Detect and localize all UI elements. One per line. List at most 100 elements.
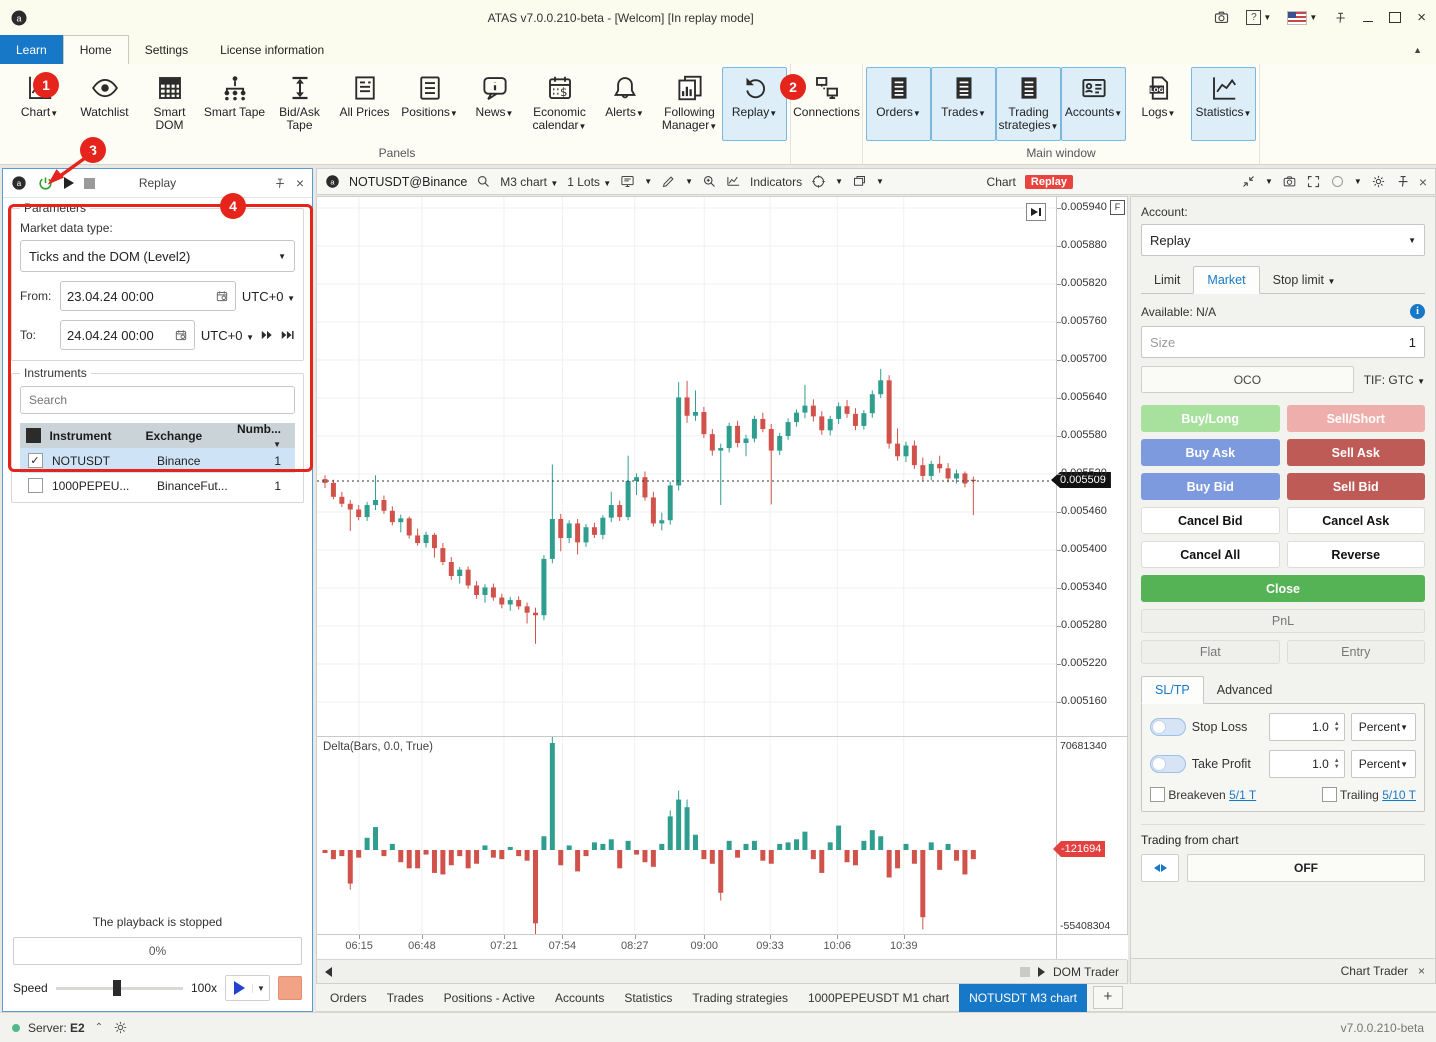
info-icon[interactable]: i [1410, 304, 1425, 319]
replay-ribbon-button[interactable]: Replay▼ [722, 67, 787, 141]
sell-short-button[interactable]: Sell/Short [1287, 405, 1426, 432]
tab-stop-limit[interactable]: Stop limit ▼ [1260, 267, 1349, 293]
tif-value[interactable]: GTC [1388, 373, 1413, 387]
close-chart-trader-icon[interactable]: × [1418, 964, 1425, 978]
scroll-left-icon[interactable] [325, 967, 332, 977]
workspace-tab-accounts[interactable]: Accounts [545, 984, 614, 1012]
tab-market[interactable]: Market [1193, 266, 1259, 294]
close-chart-icon[interactable]: × [1419, 174, 1427, 190]
skip-to-end-icon[interactable] [280, 329, 295, 341]
dom-trader-grip-icon[interactable] [1020, 967, 1030, 977]
pin-chart-icon[interactable] [1395, 174, 1410, 189]
stop-loss-toggle[interactable] [1150, 718, 1186, 736]
drawing-tools-button[interactable] [661, 174, 676, 189]
speed-slider[interactable] [56, 987, 183, 990]
instruments-table-header[interactable]: Instrument Exchange Numb... ▼ [20, 423, 295, 448]
account-select[interactable]: Replay▼ [1141, 224, 1425, 256]
take-profit-value-input[interactable]: 1.0▲▼ [1269, 750, 1345, 778]
theme-circle-icon[interactable] [1330, 174, 1345, 189]
minimize-button[interactable] [1363, 13, 1373, 22]
price-axis[interactable]: F 0.005509 0.0059400.0058800.0058200.005… [1056, 197, 1128, 736]
trading-mode-arrows-button[interactable] [1141, 854, 1179, 882]
stop-playback-button[interactable] [278, 976, 302, 1000]
restore-window-icon[interactable] [1241, 174, 1256, 189]
instrument-row[interactable]: 1000PEPEU...BinanceFut...1 [20, 473, 295, 498]
tab-learn[interactable]: Learn [0, 35, 63, 64]
play-button-combo[interactable]: ▼ [225, 975, 270, 1001]
bid-ask-tape-ribbon-button[interactable]: Bid/Ask Tape [267, 67, 332, 141]
crosshair-dropdown[interactable]: ▼ [835, 177, 843, 186]
ribbon-collapse-button[interactable]: ▲ [1413, 45, 1422, 55]
cancel-all-button[interactable]: Cancel All [1141, 541, 1280, 568]
close-position-button[interactable]: Close [1141, 575, 1425, 602]
instrument-search-input[interactable] [20, 386, 295, 414]
news-ribbon-button[interactable]: News▼ [462, 67, 527, 141]
expand-dom-trader-icon[interactable] [1038, 967, 1045, 977]
workspace-tab-trading-strategies[interactable]: Trading strategies [682, 984, 798, 1012]
alerts-ribbon-button[interactable]: Alerts▼ [592, 67, 657, 141]
tab-home[interactable]: Home [63, 35, 129, 64]
theme-dropdown[interactable]: ▼ [1354, 177, 1362, 186]
language-selector[interactable]: ▼ [1287, 11, 1317, 25]
server-settings-gear-icon[interactable] [113, 1020, 128, 1035]
go-to-latest-button[interactable] [1026, 203, 1046, 221]
connections-ribbon-button[interactable]: Connections [794, 67, 859, 141]
buy-long-button[interactable]: Buy/Long [1141, 405, 1280, 432]
crosshair-mode-button[interactable] [811, 174, 826, 189]
instrument-checkbox[interactable]: ✓ [28, 453, 43, 468]
flat-button[interactable]: Flat [1141, 640, 1280, 664]
stop-loss-unit-select[interactable]: Percent▼ [1351, 713, 1416, 741]
buy-ask-button[interactable]: Buy Ask [1141, 439, 1280, 466]
workspace-tab-trades[interactable]: Trades [377, 984, 434, 1012]
positions-ribbon-button[interactable]: Positions▼ [397, 67, 462, 141]
pnl-button[interactable]: PnL [1141, 609, 1425, 633]
to-timezone-select[interactable]: UTC+0 ▼ [201, 328, 254, 343]
entry-button[interactable]: Entry [1287, 640, 1426, 664]
orders-ribbon-button[interactable]: Orders▼ [866, 67, 931, 141]
economic-calendar-ribbon-button[interactable]: $Economic calendar▼ [527, 67, 592, 141]
chart-template-dropdown[interactable]: ▼ [644, 177, 652, 186]
trades-ribbon-button[interactable]: Trades▼ [931, 67, 996, 141]
zoom-in-icon[interactable] [702, 174, 717, 189]
delta-axis[interactable]: 70681340 -55408304 -121694 [1056, 736, 1128, 935]
breakeven-checkbox[interactable] [1150, 787, 1165, 802]
breakeven-settings-link[interactable]: 5/1 T [1229, 788, 1256, 802]
logs-ribbon-button[interactable]: LOGLogs▼ [1126, 67, 1191, 141]
pin-window-icon[interactable] [1333, 11, 1347, 25]
tab-advanced[interactable]: Advanced [1204, 677, 1286, 703]
play-dropdown[interactable]: ▼ [252, 984, 269, 993]
fast-forward-icon[interactable] [260, 329, 274, 341]
take-profit-unit-select[interactable]: Percent▼ [1351, 750, 1416, 778]
window-layout-dropdown[interactable]: ▼ [876, 177, 884, 186]
workspace-tab-orders[interactable]: Orders [320, 984, 377, 1012]
restore-dropdown[interactable]: ▼ [1265, 177, 1273, 186]
statistics-ribbon-button[interactable]: Statistics▼ [1191, 67, 1256, 141]
from-timezone-select[interactable]: UTC+0 ▼ [242, 289, 295, 304]
screenshot-icon[interactable] [1213, 9, 1230, 26]
watchlist-ribbon-button[interactable]: Watchlist [72, 67, 137, 141]
tab-settings[interactable]: Settings [129, 35, 204, 64]
chart-area[interactable]: F 0.005509 0.0059400.0058800.0058200.005… [316, 196, 1128, 984]
speed-slider-thumb[interactable] [113, 980, 121, 996]
tab-sltp[interactable]: SL/TP [1141, 676, 1204, 704]
server-value[interactable]: E2 [70, 1021, 85, 1035]
delta-indicator-pane[interactable]: Delta(Bars, 0.0, True) [317, 736, 1056, 935]
market-data-type-select[interactable]: Ticks and the DOM (Level2)▼ [20, 240, 295, 272]
playback-progress-bar[interactable]: 0% [13, 937, 302, 965]
timeframe-select[interactable]: M3 chart ▼ [500, 175, 558, 189]
workspace-tab-notusdt-m3-chart[interactable]: NOTUSDT M3 chart [959, 984, 1087, 1012]
fullscreen-icon[interactable] [1306, 174, 1321, 189]
lots-select[interactable]: 1 Lots ▼ [567, 175, 611, 189]
help-menu-button[interactable]: ?▼ [1246, 10, 1271, 25]
trailing-settings-link[interactable]: 5/10 T [1382, 788, 1416, 802]
drawing-tools-dropdown[interactable]: ▼ [685, 177, 693, 186]
trading-strategies-ribbon-button[interactable]: Trading strategies▼ [996, 67, 1061, 141]
buy-bid-button[interactable]: Buy Bid [1141, 473, 1280, 500]
trading-from-chart-off-button[interactable]: OFF [1187, 854, 1425, 882]
fix-scale-button[interactable]: F [1110, 200, 1125, 215]
take-profit-toggle[interactable] [1150, 755, 1186, 773]
time-axis[interactable]: 06:1506:4807:2107:5408:2709:0009:3310:06… [317, 934, 1056, 960]
cancel-bid-button[interactable]: Cancel Bid [1141, 507, 1280, 534]
instrument-row[interactable]: ✓NOTUSDTBinance1 [20, 448, 295, 473]
to-date-input[interactable]: 24.04.24 00:00 [60, 320, 195, 350]
